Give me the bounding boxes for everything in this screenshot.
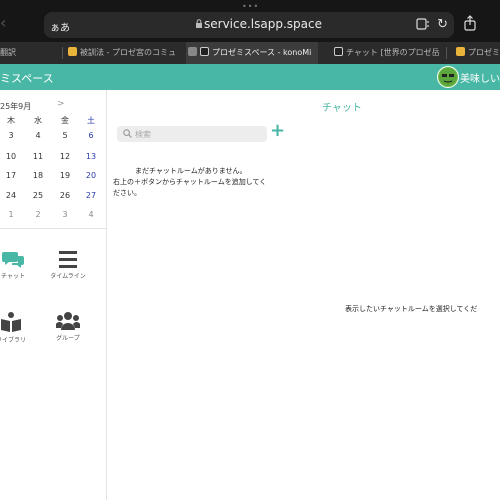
empty-line-1: まだチャットルームがありません。 <box>135 167 247 175</box>
avatar[interactable] <box>437 66 459 88</box>
calendar-day[interactable]: 11 <box>28 152 48 161</box>
menu-group-label: グループ <box>56 335 80 342</box>
reload-icon[interactable]: ↻ <box>437 17 448 32</box>
search-input[interactable]: 検索 <box>117 126 267 142</box>
menu-library-label: ライブラリ <box>0 337 26 344</box>
calendar-day[interactable]: 20 <box>81 171 101 180</box>
tab-bar: 翻訳 被訓法 - プロゼ宮のコミュ プロゼミスペース - konoMi チャット… <box>0 42 500 64</box>
menu-group-button[interactable]: グループ <box>43 312 93 342</box>
app-header: ミスペース 美味しい <box>0 64 500 90</box>
timeline-icon <box>59 251 77 268</box>
favicon-icon <box>456 47 465 56</box>
calendar-day[interactable]: 18 <box>28 171 48 180</box>
tab-label: プロゼミスペース - konoMi <box>212 48 312 57</box>
calendar-day[interactable]: 6 <box>81 131 101 140</box>
calendar-day[interactable]: 27 <box>81 191 101 200</box>
library-icon <box>1 312 21 332</box>
multitask-dots-icon[interactable]: ••• <box>242 3 259 11</box>
reader-view-icon[interactable] <box>416 18 430 30</box>
select-chatroom-message: 表示したいチャットルームを選択してくだ <box>345 305 478 313</box>
weekday-label: 木 <box>7 116 15 125</box>
text-size-button[interactable]: ぁあ <box>50 19 70 34</box>
tab-divider <box>62 47 63 59</box>
menu-library-button[interactable]: ライブラリ <box>0 312 36 344</box>
calendar-day[interactable]: 2 <box>28 210 48 219</box>
calendar-day[interactable]: 4 <box>81 210 101 219</box>
user-name[interactable]: 美味しい <box>460 70 500 85</box>
url-text: service.lsapp.space <box>204 17 322 31</box>
tab-label: プロゼミ <box>468 48 500 57</box>
tab-prosemi[interactable]: プロゼミ <box>456 42 500 64</box>
search-icon <box>123 129 132 138</box>
empty-state-message: まだチャットルームがありません。 右上の＋ボタンからチャットルームを追加してくだ… <box>113 166 273 199</box>
calendar-month: 25年9月 <box>0 102 32 111</box>
calendar-day[interactable]: 13 <box>81 152 101 161</box>
calendar-day[interactable]: 4 <box>28 131 48 140</box>
lock-icon <box>196 19 202 28</box>
tab-translate[interactable]: 翻訳 <box>0 42 62 64</box>
calendar-day[interactable]: 1 <box>1 210 21 219</box>
chat-main: チャット 検索 + まだチャットルームがありません。 右上の＋ボタンからチャット… <box>107 90 500 500</box>
calendar-day[interactable]: 17 <box>1 171 21 180</box>
page-title: チャット <box>322 103 362 114</box>
menu-chat-label: チャット <box>1 273 25 280</box>
calendar-day[interactable]: 5 <box>55 131 75 140</box>
tab-label: 被訓法 - プロゼ宮のコミュ <box>80 48 176 57</box>
app-title[interactable]: ミスペース <box>0 70 54 86</box>
close-tab-icon[interactable] <box>188 47 197 56</box>
share-icon[interactable] <box>464 15 476 31</box>
weekday-label: 金 <box>61 116 69 125</box>
tab-prosemi-space[interactable]: プロゼミスペース - konoMi <box>186 42 318 64</box>
weekday-label: 水 <box>34 116 42 125</box>
tab-community[interactable]: 被訓法 - プロゼ宮のコミュ <box>68 42 184 64</box>
group-icon <box>56 312 80 330</box>
calendar-day[interactable]: 26 <box>55 191 75 200</box>
calendar-day[interactable]: 10 <box>1 152 21 161</box>
menu-chat-button[interactable]: チャット <box>0 250 38 280</box>
weekday-label: 土 <box>87 116 95 125</box>
calendar-day[interactable]: 3 <box>55 210 75 219</box>
tab-label: 翻訳 <box>0 48 16 57</box>
calendar-day[interactable]: 12 <box>55 152 75 161</box>
calendar-next-button[interactable]: > <box>57 99 65 109</box>
calendar-day[interactable]: 24 <box>1 191 21 200</box>
tab-divider <box>446 47 447 59</box>
calendar-day[interactable]: 3 <box>1 131 21 140</box>
menu-timeline-label: タイムライン <box>50 273 86 280</box>
empty-line-2: 右上の＋ボタンからチャットルームを追加してください。 <box>113 178 267 197</box>
menu-timeline-button[interactable]: タイムライン <box>43 250 93 280</box>
tab-label: チャット [世界のプロゼ岳 <box>346 48 440 57</box>
search-placeholder: 検索 <box>135 130 151 139</box>
favicon-icon <box>200 47 209 56</box>
calendar-day[interactable]: 19 <box>55 171 75 180</box>
browser-toolbar: ••• ‹ ぁあ service.lsapp.space ↻ <box>0 0 500 42</box>
add-chatroom-button[interactable]: + <box>270 122 285 140</box>
avatar-face-icon <box>439 68 457 86</box>
calendar-day[interactable]: 25 <box>28 191 48 200</box>
favicon-icon <box>68 47 77 56</box>
tab-chat[interactable]: チャット [世界のプロゼ岳 <box>334 42 442 64</box>
back-icon[interactable]: ‹ <box>0 15 10 31</box>
address-bar[interactable]: ぁあ service.lsapp.space ↻ <box>44 12 454 38</box>
sidebar: 25年9月 > 木 水 金 土 3 4 5 6 10 11 12 13 17 1… <box>0 90 107 500</box>
divider <box>0 228 106 229</box>
chat-icon <box>2 252 24 268</box>
favicon-icon <box>334 47 343 56</box>
